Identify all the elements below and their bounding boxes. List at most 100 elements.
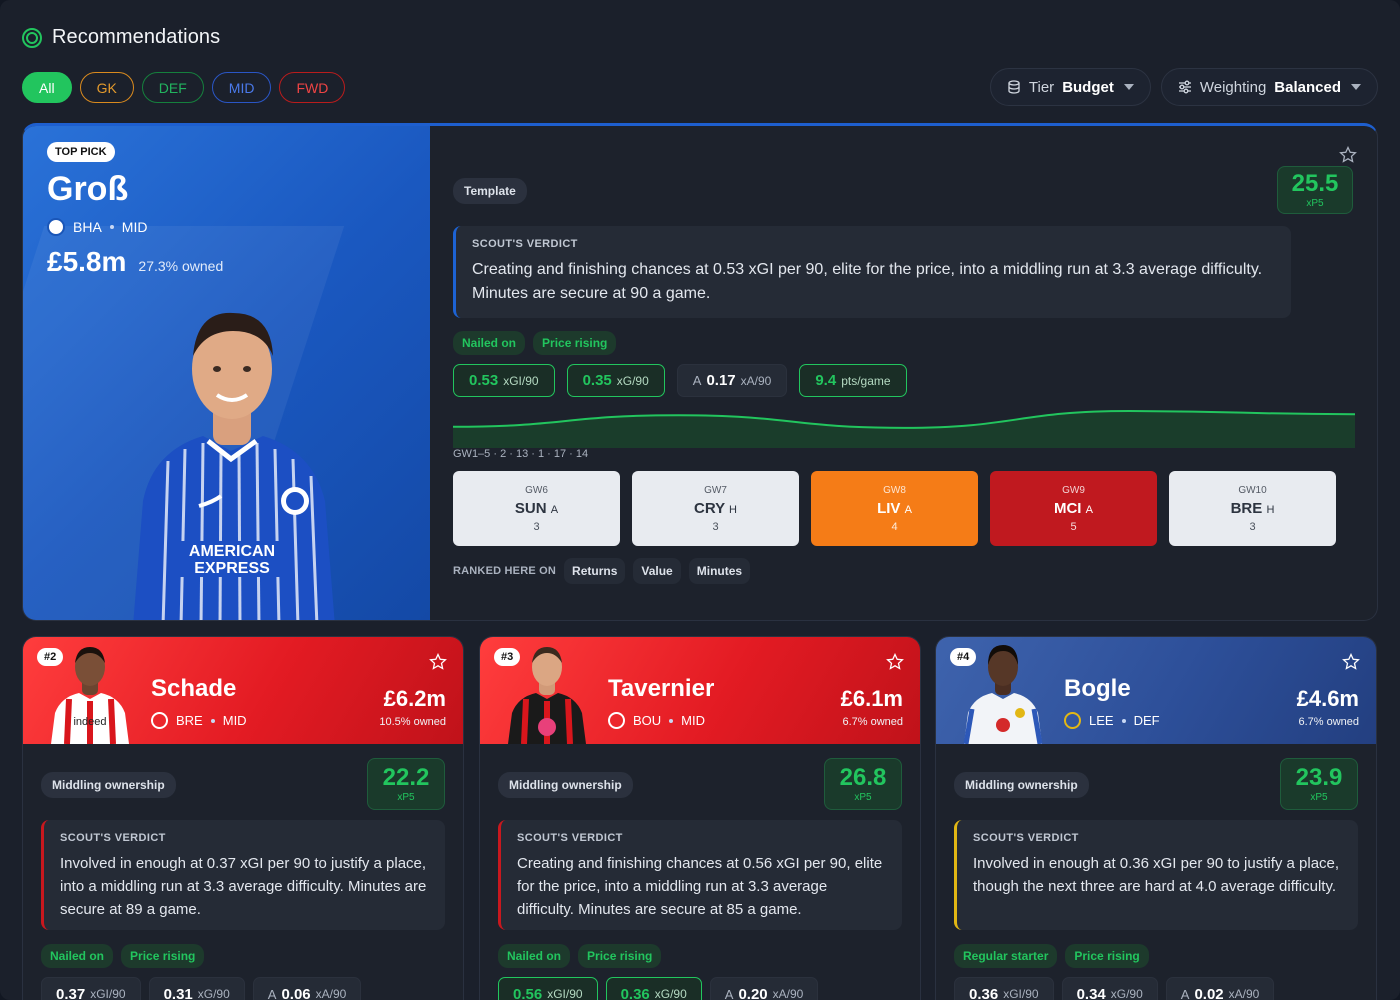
stat-label: xA/90 [315,987,347,1000]
fixture-difficulty: 3 [533,520,540,533]
player-card-tavernier[interactable]: #3 Tavernier BOU MID £6.1m 6.7% owned Mi… [479,636,921,1000]
xp-unit: xP5 [1306,197,1324,209]
ranked-value[interactable]: Value [633,558,681,584]
xp-unit: xP5 [397,791,415,803]
weighting-dropdown[interactable]: Weighting Balanced [1160,68,1378,106]
ranked-returns[interactable]: Returns [564,558,626,584]
fixture-team: BRE H [1231,500,1275,517]
stat-value: 0.36 [620,985,650,1000]
xp-score: 23.9 xP5 [1280,758,1358,810]
filter-def[interactable]: DEF [141,72,204,103]
opponent: MCI [1053,499,1082,517]
status-tags: Regular starter Price rising [954,944,1149,968]
fixture-gw7[interactable]: GW7 CRY H 3 [632,471,799,546]
stat-label: xG/90 [197,987,230,1000]
database-icon [1008,80,1020,94]
tier-value: Budget [1062,78,1114,96]
club-code: LEE [1089,713,1114,728]
tier-dropdown[interactable]: Tier Budget [989,68,1151,106]
player-card-schade[interactable]: indeed #2 Schade BRE MID £6.2m 10.5% own… [22,636,464,1000]
stat-xg: 0.35 xG/90 [566,364,665,397]
fixture-gw: GW9 [1062,484,1085,496]
player-meta: LEE DEF [1064,712,1160,729]
venue: H [1266,503,1275,516]
favorite-star-icon[interactable] [429,653,447,671]
stat-label: xG/90 [1110,987,1143,1000]
club-code: BRE [176,713,203,728]
fixture-gw10[interactable]: GW10 BRE H 3 [1169,471,1336,546]
fixture-gw: GW10 [1238,484,1267,496]
weighting-label: Weighting [1199,78,1267,96]
page-header: Recommendations [22,26,220,49]
stat-value: 0.36 [969,985,999,1000]
stat-label: xA/90 [1228,987,1260,1000]
club-code: BOU [633,713,662,728]
favorite-star-icon[interactable] [886,653,904,671]
chevron-down-icon [1123,84,1134,90]
stat-value: 9.4 [815,372,837,389]
fixture-gw9[interactable]: GW9 MCI A 5 [990,471,1157,546]
player-position: MID [222,713,247,728]
player-meta: BOU MID [608,712,705,729]
xp-value: 26.8 [839,763,887,791]
ownership-tag: Middling ownership [498,772,633,798]
fixture-gw8[interactable]: GW8 LIV A 4 [811,471,978,546]
filter-gk[interactable]: GK [79,72,134,103]
verdict-heading: SCOUT'S VERDICT [60,832,166,844]
rank-badge: #2 [37,648,64,666]
separator-dot [109,225,114,229]
favorite-star-icon[interactable] [1342,653,1360,671]
sliders-icon [1178,80,1191,94]
player-card-bogle[interactable]: #4 Bogle LEE DEF £4.6m 6.7% owned Middli… [935,636,1377,1000]
ranked-minutes[interactable]: Minutes [688,558,751,584]
app-root: Recommendations All GK DEF MID FWD Tier … [0,0,1400,1000]
filter-mid[interactable]: MID [211,72,272,103]
player-price: £6.1m [840,686,903,711]
status-tags: Nailed on Price rising [498,944,662,968]
verdict-heading: SCOUT'S VERDICT [973,832,1079,844]
verdict-text: Involved in enough at 0.36 xGI per 90 to… [973,855,1340,895]
xp-score: 25.5 xP5 [1277,166,1353,214]
player-position: MID [121,219,148,235]
ownership: 27.3% owned [138,258,224,274]
fixture-team: MCI A [1054,500,1093,517]
price-row: £5.8m 27.3% owned [47,246,223,278]
stat-value: 0.34 [1076,985,1106,1000]
filter-all[interactable]: All [22,72,72,103]
top-pick-card[interactable]: TOP PICK Groß BHA MID £5.8m 27.3% owned [22,123,1378,621]
fixture-difficulty: 3 [712,520,719,533]
fixture-gw: GW6 [525,484,548,496]
venue: A [1085,503,1093,516]
scout-verdict: SCOUT'S VERDICT Creating and finishing c… [498,820,902,930]
player-meta: BHA MID [47,218,147,236]
stat-xa: A 0.06 xA/90 [252,977,362,1000]
stat-value: 0.35 [582,372,612,389]
verdict-text: Involved in enough at 0.37 xGI per 90 to… [60,855,427,918]
fixture-gw6[interactable]: GW6 SUN A 3 [453,471,620,546]
filter-fwd[interactable]: FWD [279,72,346,103]
verdict-heading: SCOUT'S VERDICT [472,238,578,250]
player-name: Tavernier [608,675,715,702]
stat-xa: A 0.02 xA/90 [1165,977,1275,1000]
opponent: BRE [1230,499,1263,517]
stat-value: 0.37 [56,985,86,1000]
fixture-gw: GW7 [704,484,727,496]
form-area [453,411,1355,448]
stat-label: xA/90 [772,987,804,1000]
card-header: #3 Tavernier BOU MID £6.1m 6.7% owned [480,637,920,744]
fixture-team: SUN A [515,500,558,517]
favorite-star-icon[interactable] [1339,146,1357,164]
tag-regular-starter: Regular starter [954,944,1058,968]
stat-xgi: 0.36 xGI/90 [954,977,1054,1000]
player-photo: AMERICAN EXPRESS [133,312,335,620]
club-code: BHA [73,219,102,235]
stat-pills: 0.37 xGI/90 0.31 xG/90 A 0.06 xA/90 [41,977,362,1000]
stat-value: 0.56 [513,985,543,1000]
form-gameweeks-label: GW1–5 · 2 · 13 · 1 · 17 · 14 [453,448,589,460]
stat-label: xG/90 [654,987,687,1000]
bou-crest-icon [608,712,625,729]
scout-verdict: SCOUT'S VERDICT Involved in enough at 0.… [954,820,1358,930]
card-header: #4 Bogle LEE DEF £4.6m 6.7% owned [936,637,1376,744]
player-position: MID [681,713,706,728]
weighting-value: Balanced [1274,78,1341,96]
